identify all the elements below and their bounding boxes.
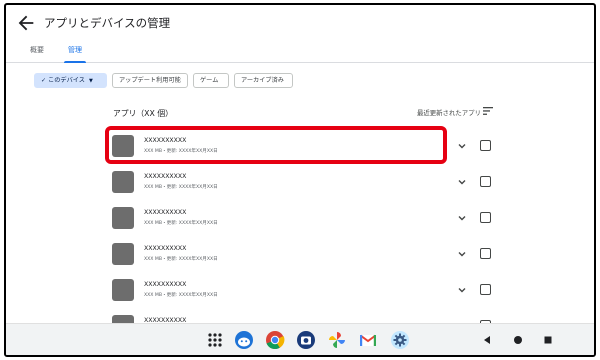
app-icon xyxy=(112,171,134,193)
app-meta: XXX MB・更新: XXXX年XX月XX日 xyxy=(144,221,218,226)
chevron-down-icon[interactable] xyxy=(457,285,467,295)
page-title: アプリとデバイスの管理 xyxy=(44,16,171,30)
tab-indicator xyxy=(64,61,86,63)
tab-manage[interactable]: 管理 xyxy=(68,45,82,55)
filter-games[interactable]: ゲーム xyxy=(193,73,229,88)
app-meta: XXX MB・更新: XXXX年XX月XX日 xyxy=(144,257,218,262)
app-name: XXXXXXXXXX xyxy=(144,173,187,180)
app-meta: XXX MB・更新: XXXX年XX月XX日 xyxy=(144,293,218,298)
chevron-down-icon[interactable] xyxy=(457,177,467,187)
home-icon[interactable] xyxy=(513,335,523,345)
settings-icon[interactable] xyxy=(390,330,410,350)
chevron-down-icon[interactable] xyxy=(457,141,467,151)
filter-label: このデバイス xyxy=(48,77,85,84)
filter-this-device[interactable]: ✓ このデバイス ▼ xyxy=(34,73,107,88)
tab-overview[interactable]: 概要 xyxy=(30,45,44,55)
chevron-down-icon[interactable] xyxy=(457,249,467,259)
filter-updates-available[interactable]: アップデート利用可能 xyxy=(112,73,188,88)
photos-icon[interactable] xyxy=(327,330,347,350)
gmail-icon[interactable] xyxy=(358,330,378,350)
apps-count-heading: アプリ（XX 個） xyxy=(113,109,173,118)
select-checkbox[interactable] xyxy=(480,140,491,151)
back-icon[interactable] xyxy=(482,335,492,345)
app-name: XXXXXXXXXX xyxy=(144,245,187,252)
chevron-down-icon[interactable] xyxy=(457,213,467,223)
select-checkbox[interactable] xyxy=(480,248,491,259)
device-screen: アプリとデバイスの管理 概要 管理 ✓ このデバイス ▼ アップデート利用可能 ゲー… xyxy=(4,3,596,357)
check-icon: ✓ xyxy=(41,77,47,84)
select-checkbox[interactable] xyxy=(480,284,491,295)
app-icon xyxy=(112,243,134,265)
app-name: XXXXXXXXXX xyxy=(144,209,187,216)
filter-archived[interactable]: アーカイブ済み xyxy=(234,73,293,88)
app-icon xyxy=(112,279,134,301)
camera-icon[interactable] xyxy=(296,330,316,350)
app-icon xyxy=(112,207,134,229)
list-item[interactable]: XXXXXXXXXX XXX MB・更新: XXXX年XX月XX日 xyxy=(6,236,594,272)
list-item[interactable]: XXXXXXXXXX XXX MB・更新: XXXX年XX月XX日 xyxy=(6,164,594,200)
chrome-icon[interactable] xyxy=(265,330,285,350)
select-checkbox[interactable] xyxy=(480,176,491,187)
dropdown-arrow-icon: ▼ xyxy=(88,78,93,84)
recents-icon[interactable] xyxy=(543,335,553,345)
taskbar xyxy=(6,323,594,355)
app-name: XXXXXXXXXX xyxy=(144,281,187,288)
arrow-back-icon[interactable] xyxy=(15,12,37,34)
sort-icon[interactable] xyxy=(482,106,494,116)
mascot-app-icon[interactable] xyxy=(234,330,254,350)
highlight-frame xyxy=(105,126,447,164)
select-checkbox[interactable] xyxy=(480,212,491,223)
sort-label[interactable]: 最近更新されたアプリ xyxy=(417,108,481,117)
app-meta: XXX MB・更新: XXXX年XX月XX日 xyxy=(144,185,218,190)
app-bar: アプリとデバイスの管理 xyxy=(6,5,594,41)
list-item[interactable]: XXXXXXXXXX XXX MB・更新: XXXX年XX月XX日 xyxy=(6,272,594,308)
tab-bar: 概要 管理 xyxy=(6,41,594,63)
list-item[interactable]: XXXXXXXXXX XXX MB・更新: XXXX年XX月XX日 xyxy=(6,200,594,236)
apps-grid-icon[interactable] xyxy=(205,330,225,350)
